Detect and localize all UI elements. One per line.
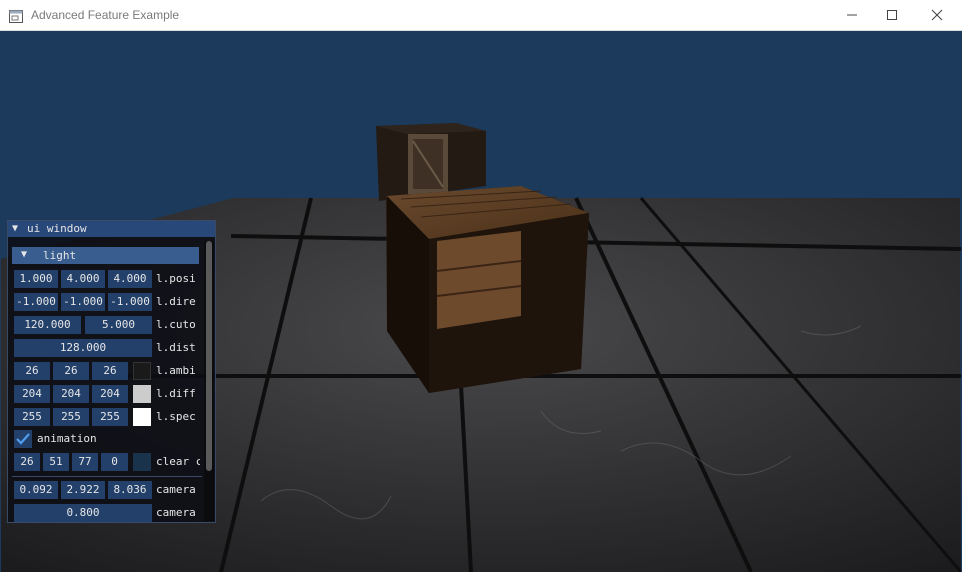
light-specular-r-field[interactable]: 255 [14,408,50,426]
light-diffuse-g-field[interactable]: 204 [53,385,89,403]
light-ambient-g-field[interactable]: 26 [53,362,89,380]
clear-color-b-field[interactable]: 77 [72,453,98,471]
title-bar[interactable]: Advanced Feature Example [0,0,962,31]
ui-window-scrollbar[interactable] [204,241,214,521]
minimize-icon [847,14,857,16]
light-ambient-b-field[interactable]: 26 [92,362,128,380]
camera-value-field[interactable]: 0.800 [14,504,152,522]
light-specular-g-field[interactable]: 255 [53,408,89,426]
light-section-header[interactable]: ▼ light [12,247,199,264]
ui-window-panel[interactable]: ▼ ui window ▼ light 1.000 4.000 4.000 l.… [7,220,216,523]
light-diffuse-r-field[interactable]: 204 [14,385,50,403]
camera-position-y-field[interactable]: 2.922 [61,481,105,499]
camera-value-label: camera [156,506,196,519]
camera-position-label: camera [156,483,196,496]
light-cutoff-inner-field[interactable]: 120.000 [14,316,81,334]
light-direction-y-field[interactable]: -1.000 [61,293,105,311]
animation-label: animation [37,432,97,445]
section-expand-triangle-icon: ▼ [21,249,28,260]
clear-color-swatch[interactable] [133,453,151,471]
light-ambient-color-swatch[interactable] [133,362,151,380]
camera-position-z-field[interactable]: 8.036 [108,481,152,499]
light-diffuse-b-field[interactable]: 204 [92,385,128,403]
ui-window-title-bar[interactable]: ▼ ui window [8,221,215,237]
light-distance-field[interactable]: 128.000 [14,339,152,357]
camera-position-x-field[interactable]: 0.092 [14,481,58,499]
ui-window-title: ui window [27,222,87,235]
close-button[interactable] [914,0,960,30]
separator [12,476,202,477]
light-position-label: l.posi [156,272,196,285]
light-direction-x-field[interactable]: -1.000 [14,293,58,311]
light-diffuse-color-swatch[interactable] [133,385,151,403]
light-specular-label: l.spec [156,410,196,423]
light-specular-color-swatch[interactable] [133,408,151,426]
checkmark-icon [16,433,30,445]
clear-color-r-field[interactable]: 26 [14,453,40,471]
maximize-button[interactable] [869,0,915,30]
app-window-icon [9,8,23,23]
clear-color-label: clear c [156,455,200,468]
light-position-y-field[interactable]: 4.000 [61,270,105,288]
light-distance-label: l.dist [156,341,196,354]
collapse-triangle-icon[interactable]: ▼ [12,223,18,234]
clear-color-a-field[interactable]: 0 [101,453,128,471]
maximize-icon [887,10,897,20]
light-position-x-field[interactable]: 1.000 [14,270,58,288]
light-diffuse-label: l.diff [156,387,196,400]
light-ambient-label: l.ambi [156,364,196,377]
light-direction-label: l.dire [156,295,196,308]
light-direction-z-field[interactable]: -1.000 [108,293,152,311]
animation-checkbox[interactable] [14,430,32,448]
scrollbar-thumb[interactable] [206,241,212,471]
light-ambient-r-field[interactable]: 26 [14,362,50,380]
light-cutoff-label: l.cuto [156,318,196,331]
close-icon [931,9,943,21]
window-title: Advanced Feature Example [31,8,180,22]
light-section-label: light [43,249,77,262]
light-specular-b-field[interactable]: 255 [92,408,128,426]
light-position-z-field[interactable]: 4.000 [108,270,152,288]
light-cutoff-outer-field[interactable]: 5.000 [85,316,152,334]
clear-color-g-field[interactable]: 51 [43,453,69,471]
